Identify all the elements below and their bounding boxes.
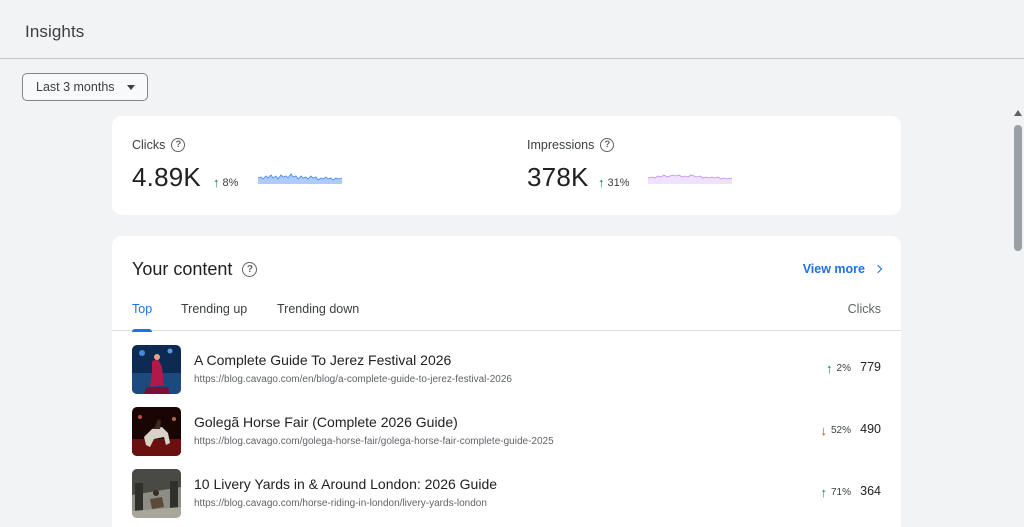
help-icon[interactable]: ? — [600, 138, 615, 152]
row-url: https://blog.cavago.com/en/blog/a-comple… — [194, 374, 512, 385]
metrics-card: Clicks ? 4.89K ↑ 8% Impressions ? 378K ↑… — [112, 116, 901, 215]
clicks-label: Clicks — [132, 138, 166, 152]
row-change-value: 52% — [830, 425, 851, 436]
row-title[interactable]: 10 Livery Yards in & Around London: 2026… — [194, 476, 497, 492]
page-header: Insights — [0, 0, 1024, 59]
date-range-dropdown[interactable]: Last 3 months — [22, 73, 148, 101]
row-change: ↑ 71% — [820, 485, 851, 500]
thumbnail-image — [132, 407, 181, 456]
help-icon[interactable]: ? — [242, 262, 258, 277]
arrow-down-icon: ↓ — [820, 423, 827, 438]
clicks-change-value: 8% — [222, 176, 239, 189]
impressions-value: 378K — [527, 162, 589, 192]
row-url: https://blog.cavago.com/golega-horse-fai… — [194, 436, 554, 447]
row-url: https://blog.cavago.com/horse-riding-in-… — [194, 498, 487, 509]
row-change: ↑ 2% — [826, 361, 851, 376]
view-more-link[interactable]: View more — [802, 262, 883, 276]
impressions-label: Impressions — [527, 138, 595, 152]
date-range-label: Last 3 months — [36, 80, 115, 94]
help-icon[interactable]: ? — [171, 138, 186, 152]
clicks-value: 4.89K — [132, 162, 201, 192]
content-row[interactable]: Golegã Horse Fair (Complete 2026 Guide) … — [112, 407, 901, 469]
tab-trending-down[interactable]: Trending down — [277, 302, 359, 331]
content-row[interactable]: 10 Livery Yards in & Around London: 2026… — [112, 469, 901, 527]
thumbnail-image — [132, 469, 181, 518]
content-card: Your content ? View more Top Trending up… — [112, 236, 901, 527]
row-clicks: 364 — [860, 484, 881, 498]
row-clicks: 490 — [860, 422, 881, 436]
row-clicks: 779 — [860, 360, 881, 374]
clicks-sparkline — [258, 173, 342, 184]
impressions-sparkline — [648, 174, 732, 184]
tab-trending-up[interactable]: Trending up — [181, 302, 247, 331]
content-row[interactable]: A Complete Guide To Jerez Festival 2026 … — [112, 345, 901, 407]
scroll-up-arrow-icon[interactable] — [1014, 110, 1022, 116]
content-tabs: Top Trending up Trending down Clicks — [112, 292, 901, 332]
dropdown-caret-icon — [127, 85, 135, 90]
clicks-column-header: Clicks — [847, 302, 881, 316]
arrow-up-icon: ↑ — [826, 361, 833, 376]
clicks-change: ↑ 8% — [213, 175, 238, 190]
impressions-change-value: 31% — [607, 176, 630, 189]
row-change: ↓ 52% — [820, 423, 851, 438]
impressions-change: ↑ 31% — [598, 175, 630, 190]
view-more-label: View more — [802, 262, 865, 276]
tab-top[interactable]: Top — [132, 302, 153, 332]
row-title[interactable]: A Complete Guide To Jerez Festival 2026 — [194, 352, 451, 368]
content-title: Your content — [132, 259, 233, 279]
arrow-up-icon: ↑ — [598, 175, 605, 190]
chevron-right-icon — [873, 264, 883, 274]
vertical-scrollbar[interactable] — [1011, 108, 1024, 527]
scrollbar-thumb[interactable] — [1014, 125, 1022, 251]
page-title: Insights — [25, 22, 85, 41]
row-change-value: 2% — [836, 363, 851, 374]
arrow-up-icon: ↑ — [820, 485, 827, 500]
row-change-value: 71% — [830, 487, 851, 498]
arrow-up-icon: ↑ — [213, 175, 220, 190]
thumbnail-image — [132, 345, 181, 394]
row-title[interactable]: Golegã Horse Fair (Complete 2026 Guide) — [194, 414, 458, 430]
